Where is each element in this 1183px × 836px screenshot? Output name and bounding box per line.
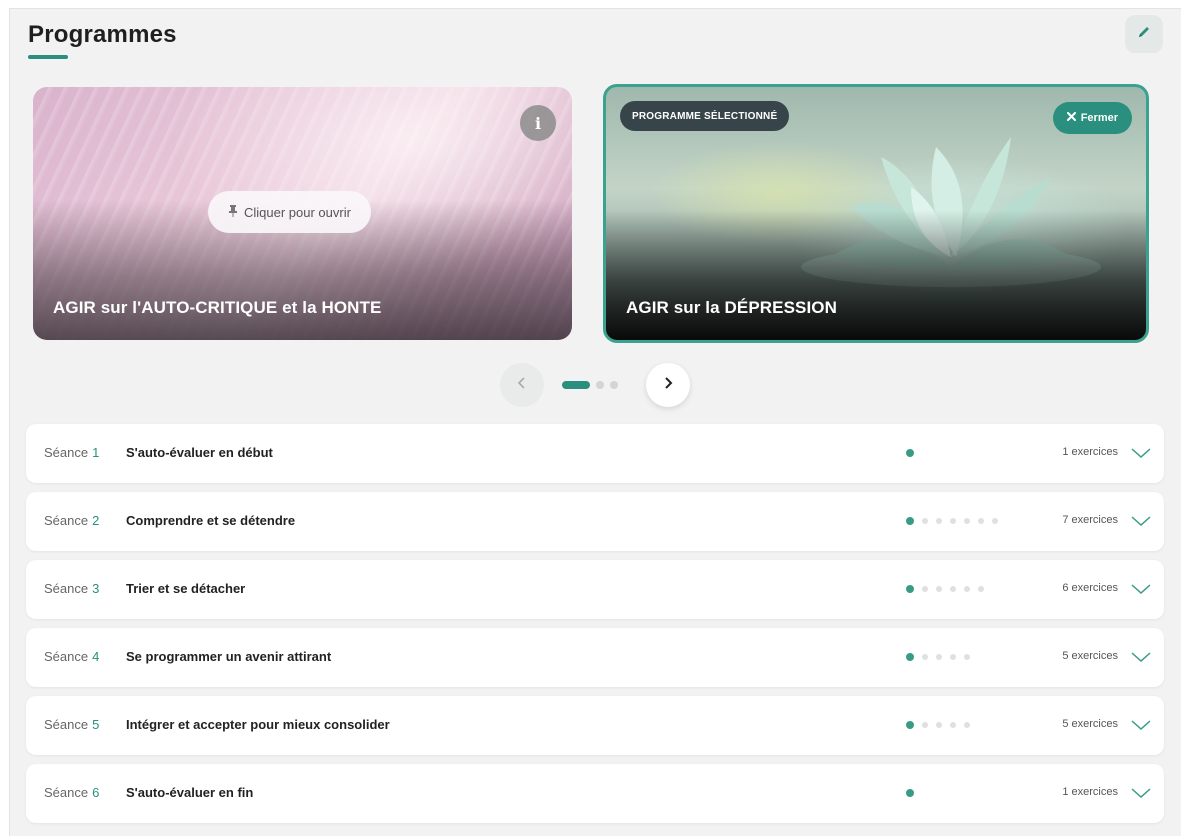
progress-dot: [922, 722, 928, 728]
program-title: AGIR sur la DÉPRESSION: [626, 298, 837, 317]
page-title: Programmes: [28, 21, 177, 48]
progress-dot: [922, 654, 928, 660]
carousel-dot[interactable]: [562, 381, 590, 389]
session-number: 3: [92, 581, 100, 596]
session-row[interactable]: Séance 5 Intégrer et accepter pour mieux …: [26, 696, 1164, 755]
session-label: Séance 4: [44, 649, 100, 664]
session-title: S'auto-évaluer en fin: [126, 785, 254, 800]
session-number: 5: [92, 717, 100, 732]
session-title: Intégrer et accepter pour mieux consolid…: [126, 717, 390, 732]
progress-dot-done: [906, 517, 914, 525]
open-program-button[interactable]: Cliquer pour ouvrir: [208, 191, 371, 233]
chevron-down-icon[interactable]: [1130, 446, 1152, 465]
carousel-next-button[interactable]: [646, 363, 690, 407]
progress-dot: [922, 586, 928, 592]
progress-dot: [936, 722, 942, 728]
program-card-auto-critique[interactable]: i Cliquer pour ouvrir AGIR sur l'AUTO-CR…: [33, 87, 572, 340]
progress-dot: [950, 722, 956, 728]
progress-dot: [936, 654, 942, 660]
session-number: 2: [92, 513, 100, 528]
progress-dot: [950, 518, 956, 524]
progress-dot-done: [906, 721, 914, 729]
session-exercise-count: 1 exercices: [1062, 786, 1118, 798]
session-number: 4: [92, 649, 100, 664]
session-exercise-count: 7 exercices: [1062, 514, 1118, 526]
card-shade: [606, 210, 1146, 340]
session-progress: [906, 517, 998, 525]
progress-dot: [922, 518, 928, 524]
session-title: Comprendre et se détendre: [126, 513, 296, 528]
close-button[interactable]: Fermer: [1052, 102, 1132, 134]
chevron-right-icon: [663, 376, 673, 394]
session-title: Se programmer un avenir attirant: [126, 649, 332, 664]
progress-dot: [978, 586, 984, 592]
session-label: Séance 3: [44, 581, 100, 596]
session-exercise-count: 6 exercices: [1062, 582, 1118, 594]
session-number: 1: [92, 445, 100, 460]
title-underline: [28, 55, 68, 59]
sessions-list: Séance 1 S'auto-évaluer en début 1 exerci…: [26, 424, 1164, 832]
info-icon: i: [534, 113, 542, 133]
session-progress: [906, 585, 984, 593]
progress-dot: [964, 654, 970, 660]
program-title: AGIR sur l'AUTO-CRITIQUE et la HONTE: [53, 298, 382, 317]
selected-badge: PROGRAMME SÉLECTIONNÉ: [620, 101, 790, 131]
edit-button[interactable]: [1125, 15, 1163, 53]
progress-dot: [964, 518, 970, 524]
chevron-down-icon[interactable]: [1130, 650, 1152, 669]
session-row[interactable]: Séance 4 Se programmer un avenir attirant…: [26, 628, 1164, 687]
chevron-down-icon[interactable]: [1130, 718, 1152, 737]
session-label: Séance 5: [44, 717, 100, 732]
progress-dot: [936, 518, 942, 524]
carousel-dot[interactable]: [596, 381, 604, 389]
carousel-prev-button[interactable]: [500, 363, 544, 407]
progress-dot: [964, 722, 970, 728]
progress-dot-done: [906, 789, 914, 797]
open-program-label: Cliquer pour ouvrir: [244, 204, 351, 220]
chevron-down-icon[interactable]: [1130, 786, 1152, 805]
chevron-down-icon[interactable]: [1130, 514, 1152, 533]
session-row[interactable]: Séance 2 Comprendre et se détendre 7 exer…: [26, 492, 1164, 551]
progress-dot: [936, 586, 942, 592]
chevron-left-icon: [517, 376, 527, 394]
close-label: Fermer: [1080, 112, 1118, 124]
session-progress: [906, 653, 970, 661]
session-label: Séance 2: [44, 513, 100, 528]
session-exercise-count: 5 exercices: [1062, 718, 1118, 730]
session-number: 6: [92, 785, 100, 800]
session-row[interactable]: Séance 1 S'auto-évaluer en début 1 exerci…: [26, 424, 1164, 483]
progress-dot: [950, 586, 956, 592]
session-progress: [906, 789, 914, 797]
session-exercise-count: 5 exercices: [1062, 650, 1118, 662]
session-label: Séance 6: [44, 785, 100, 800]
progress-dot: [992, 518, 998, 524]
info-button[interactable]: i: [520, 105, 556, 141]
pin-icon: [228, 204, 238, 220]
progress-dot: [978, 518, 984, 524]
progress-dot: [950, 654, 956, 660]
session-title: S'auto-évaluer en début: [126, 445, 273, 460]
session-row[interactable]: Séance 3 Trier et se détacher 6 exercices: [26, 560, 1164, 619]
carousel-dots: [562, 381, 618, 389]
session-progress: [906, 449, 914, 457]
close-icon: [1066, 112, 1076, 124]
chevron-down-icon[interactable]: [1130, 582, 1152, 601]
programmes-panel: Programmes i Cliquer pour ouvrir AGIR su…: [9, 8, 1181, 836]
carousel-nav: [10, 363, 1181, 409]
session-title: Trier et se détacher: [126, 581, 246, 596]
progress-dot: [964, 586, 970, 592]
progress-dot-done: [906, 653, 914, 661]
session-exercise-count: 1 exercices: [1062, 446, 1118, 458]
session-row[interactable]: Séance 6 S'auto-évaluer en fin 1 exercice…: [26, 764, 1164, 823]
session-label: Séance 1: [44, 445, 100, 460]
session-progress: [906, 721, 970, 729]
pencil-icon: [1137, 25, 1151, 44]
carousel-dot[interactable]: [610, 381, 618, 389]
progress-dot-done: [906, 585, 914, 593]
program-card-depression[interactable]: PROGRAMME SÉLECTIONNÉ Fermer AGIR sur la…: [603, 84, 1149, 343]
progress-dot-done: [906, 449, 914, 457]
